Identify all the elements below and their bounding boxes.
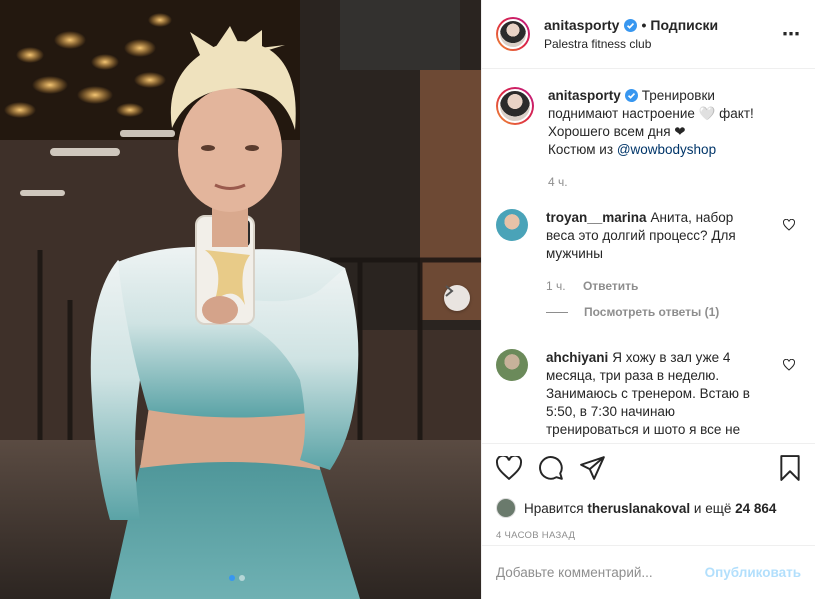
like-comment-heart-icon[interactable] (783, 219, 795, 231)
comment-avatar[interactable] (496, 209, 528, 241)
more-options-icon[interactable]: ⋯ (782, 24, 801, 45)
likes-prefix: Нравится (524, 500, 584, 516)
like-comment-heart-icon[interactable] (783, 359, 795, 371)
author-avatar[interactable] (496, 17, 530, 51)
likes-summary[interactable]: Нравится theruslanakoval и ещё 24 864 (496, 498, 801, 518)
comment-item: ahchiyani Я хожу в зал уже 4 месяца, три … (496, 349, 801, 444)
comment-avatar[interactable] (496, 349, 528, 381)
post-actions: Нравится theruslanakoval и ещё 24 864 4 … (482, 443, 815, 541)
carousel-dot (239, 575, 245, 581)
separator-dot: • (641, 17, 647, 33)
author-username[interactable]: anitasporty (544, 17, 619, 33)
carousel-indicator (229, 575, 245, 581)
share-paper-plane-icon[interactable] (580, 456, 606, 480)
view-replies-button[interactable]: Посмотреть ответы (1) (546, 305, 801, 319)
caption-username[interactable]: anitasporty (548, 88, 621, 103)
caption-mention-link[interactable]: @wowbodyshop (617, 142, 716, 157)
replies-line-divider (546, 311, 568, 313)
comment-input[interactable] (496, 565, 705, 580)
post-side-panel: anitasporty • Подписки Palestra fitness … (481, 0, 815, 599)
caption-author-avatar[interactable] (496, 87, 534, 125)
caption: anitasporty Тренировки поднимают настроен… (496, 87, 801, 191)
caption-line2: Костюм из (548, 142, 614, 157)
liker-avatar (496, 498, 516, 518)
add-comment-bar: Опубликовать (482, 545, 815, 599)
comment-bubble-icon[interactable] (538, 455, 564, 481)
location-link[interactable]: Palestra fitness club (544, 37, 718, 51)
caption-time: 4 ч. (548, 175, 568, 189)
view-replies-label: Посмотреть ответы (1) (584, 305, 720, 319)
publish-comment-button[interactable]: Опубликовать (705, 565, 801, 580)
post-photo (0, 0, 481, 599)
save-bookmark-icon[interactable] (779, 455, 801, 481)
comment-item: troyan__marina Анита, набор веса это долг… (496, 209, 801, 295)
comment-username[interactable]: troyan__marina (546, 210, 647, 225)
post-header: anitasporty • Подписки Palestra fitness … (482, 0, 815, 69)
comment-time: 1 ч. (546, 279, 566, 293)
likes-middle: и ещё (693, 500, 732, 516)
chevron-right-icon (445, 285, 454, 297)
likes-count[interactable]: 24 864 (735, 501, 776, 516)
gym-mirror-selfie-image (0, 0, 481, 599)
carousel-next-button[interactable] (444, 285, 470, 311)
liker-username[interactable]: theruslanakoval (587, 501, 690, 516)
comments-list[interactable]: anitasporty Тренировки поднимают настроен… (482, 69, 815, 444)
verified-badge-icon (624, 18, 638, 32)
like-heart-icon[interactable] (496, 456, 522, 480)
verified-badge-icon (624, 89, 638, 102)
reply-button[interactable]: Ответить (583, 279, 638, 293)
following-button[interactable]: Подписки (650, 17, 718, 33)
post-timestamp: 4 ЧАСОВ НАЗАД (496, 530, 576, 541)
comment-username[interactable]: ahchiyani (546, 350, 608, 365)
carousel-dot-active (229, 575, 235, 581)
